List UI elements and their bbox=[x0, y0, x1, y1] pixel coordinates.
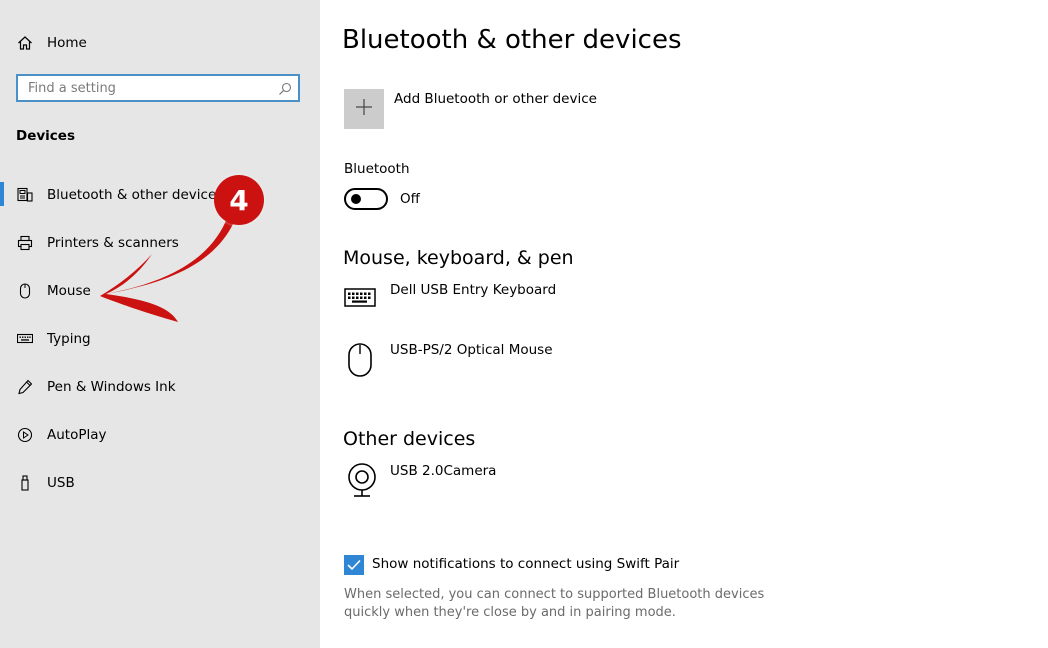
mouse-icon bbox=[347, 343, 373, 381]
sidebar-item-label: Mouse bbox=[47, 283, 91, 299]
device-keyboard-label[interactable]: Dell USB Entry Keyboard bbox=[390, 282, 556, 298]
add-device-label[interactable]: Add Bluetooth or other device bbox=[394, 91, 597, 107]
step-badge: 4 bbox=[214, 175, 264, 225]
bluetooth-toggle[interactable] bbox=[344, 188, 388, 210]
sidebar-item-label: Pen & Windows Ink bbox=[47, 379, 176, 395]
page-title: Bluetooth & other devices bbox=[342, 25, 682, 55]
sidebar-item-typing[interactable]: Typing bbox=[0, 319, 320, 359]
section-title-mouse-keyboard-pen: Mouse, keyboard, & pen bbox=[343, 247, 574, 269]
mouse-icon bbox=[16, 282, 34, 300]
sidebar-item-bluetooth[interactable]: Bluetooth & other devices bbox=[0, 175, 320, 215]
toggle-knob bbox=[351, 194, 361, 204]
checkmark-icon bbox=[347, 556, 361, 575]
keyboard-icon bbox=[16, 330, 34, 348]
sidebar-item-usb[interactable]: USB bbox=[0, 463, 320, 503]
sidebar-item-printers[interactable]: Printers & scanners bbox=[0, 223, 320, 263]
home-icon bbox=[16, 34, 34, 52]
search-input[interactable]: Find a setting bbox=[16, 74, 300, 102]
sidebar-item-autoplay[interactable]: AutoPlay bbox=[0, 415, 320, 455]
sidebar-item-label: USB bbox=[47, 475, 75, 491]
sidebar-item-label: Printers & scanners bbox=[47, 235, 179, 251]
swift-pair-label[interactable]: Show notifications to connect using Swif… bbox=[372, 556, 679, 572]
plus-icon bbox=[355, 98, 373, 120]
step-number: 4 bbox=[229, 183, 249, 217]
bluetooth-label: Bluetooth bbox=[344, 161, 410, 177]
sidebar-item-label: Bluetooth & other devices bbox=[47, 187, 224, 203]
keyboard-icon bbox=[344, 288, 376, 312]
swift-pair-description: When selected, you can connect to suppor… bbox=[344, 587, 765, 620]
autoplay-icon bbox=[16, 426, 34, 444]
section-title-other-devices: Other devices bbox=[343, 428, 476, 450]
add-device-button[interactable] bbox=[344, 89, 384, 129]
device-camera-label[interactable]: USB 2.0Camera bbox=[390, 463, 496, 479]
device-mouse-label[interactable]: USB-PS/2 Optical Mouse bbox=[390, 342, 553, 358]
sidebar-item-pen[interactable]: Pen & Windows Ink bbox=[0, 367, 320, 407]
search-placeholder: Find a setting bbox=[28, 81, 116, 96]
bluetooth-state: Off bbox=[400, 191, 420, 207]
bluetooth-devices-icon bbox=[16, 186, 34, 204]
pen-icon bbox=[16, 378, 34, 396]
swift-pair-checkbox[interactable] bbox=[344, 555, 364, 575]
sidebar-item-label: AutoPlay bbox=[47, 427, 107, 443]
sidebar-item-mouse[interactable]: Mouse bbox=[0, 271, 320, 311]
usb-icon bbox=[16, 474, 34, 492]
group-title-devices: Devices bbox=[16, 128, 75, 144]
search-icon[interactable] bbox=[278, 81, 292, 100]
printer-icon bbox=[16, 234, 34, 252]
home-label: Home bbox=[47, 35, 87, 51]
webcam-icon bbox=[346, 463, 378, 501]
home-nav-item[interactable]: Home bbox=[0, 23, 320, 63]
sidebar: Home Find a setting Devices Bluetooth & … bbox=[0, 0, 320, 648]
sidebar-item-label: Typing bbox=[47, 331, 91, 347]
